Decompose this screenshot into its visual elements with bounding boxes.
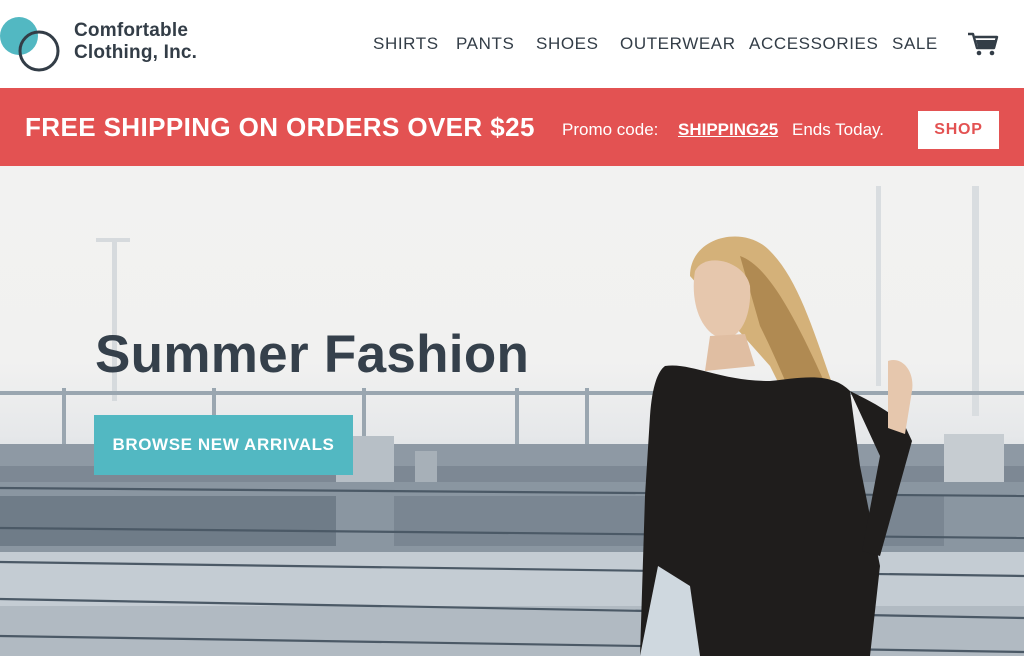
brand-line-1: Comfortable bbox=[74, 20, 189, 41]
shopping-cart-icon[interactable] bbox=[967, 31, 999, 57]
promo-code-link[interactable]: SHIPPING25 bbox=[678, 120, 778, 140]
logo-icon[interactable] bbox=[0, 15, 62, 73]
nav-item-pants[interactable]: PANTS bbox=[456, 34, 514, 54]
nav-item-outerwear[interactable]: OUTERWEAR bbox=[620, 34, 736, 54]
promo-banner: FREE SHIPPING ON ORDERS OVER $25 Promo c… bbox=[0, 88, 1024, 166]
shop-button[interactable]: SHOP bbox=[918, 111, 999, 149]
hero-background-photo bbox=[0, 186, 1024, 656]
brand-line-2: Clothing, Inc. bbox=[74, 42, 198, 63]
site-header: Comfortable Clothing, Inc. SHIRTS PANTS … bbox=[0, 0, 1024, 88]
hero-title: Summer Fashion bbox=[95, 325, 530, 384]
promo-code-label: Promo code: bbox=[562, 120, 659, 139]
brand-name[interactable]: Comfortable Clothing, Inc. bbox=[74, 20, 197, 64]
browse-new-arrivals-button[interactable]: BROWSE NEW ARRIVALS bbox=[94, 415, 353, 475]
nav-item-shirts[interactable]: SHIRTS bbox=[373, 34, 439, 54]
promo-headline: FREE SHIPPING ON ORDERS OVER $25 bbox=[25, 112, 535, 142]
nav-item-accessories[interactable]: ACCESSORIES bbox=[749, 34, 878, 54]
nav-item-shoes[interactable]: SHOES bbox=[536, 34, 599, 54]
hero-section: Summer Fashion BROWSE NEW ARRIVALS bbox=[0, 166, 1024, 656]
promo-ends-text: Ends Today. bbox=[792, 120, 884, 139]
nav-item-sale[interactable]: SALE bbox=[892, 34, 938, 54]
